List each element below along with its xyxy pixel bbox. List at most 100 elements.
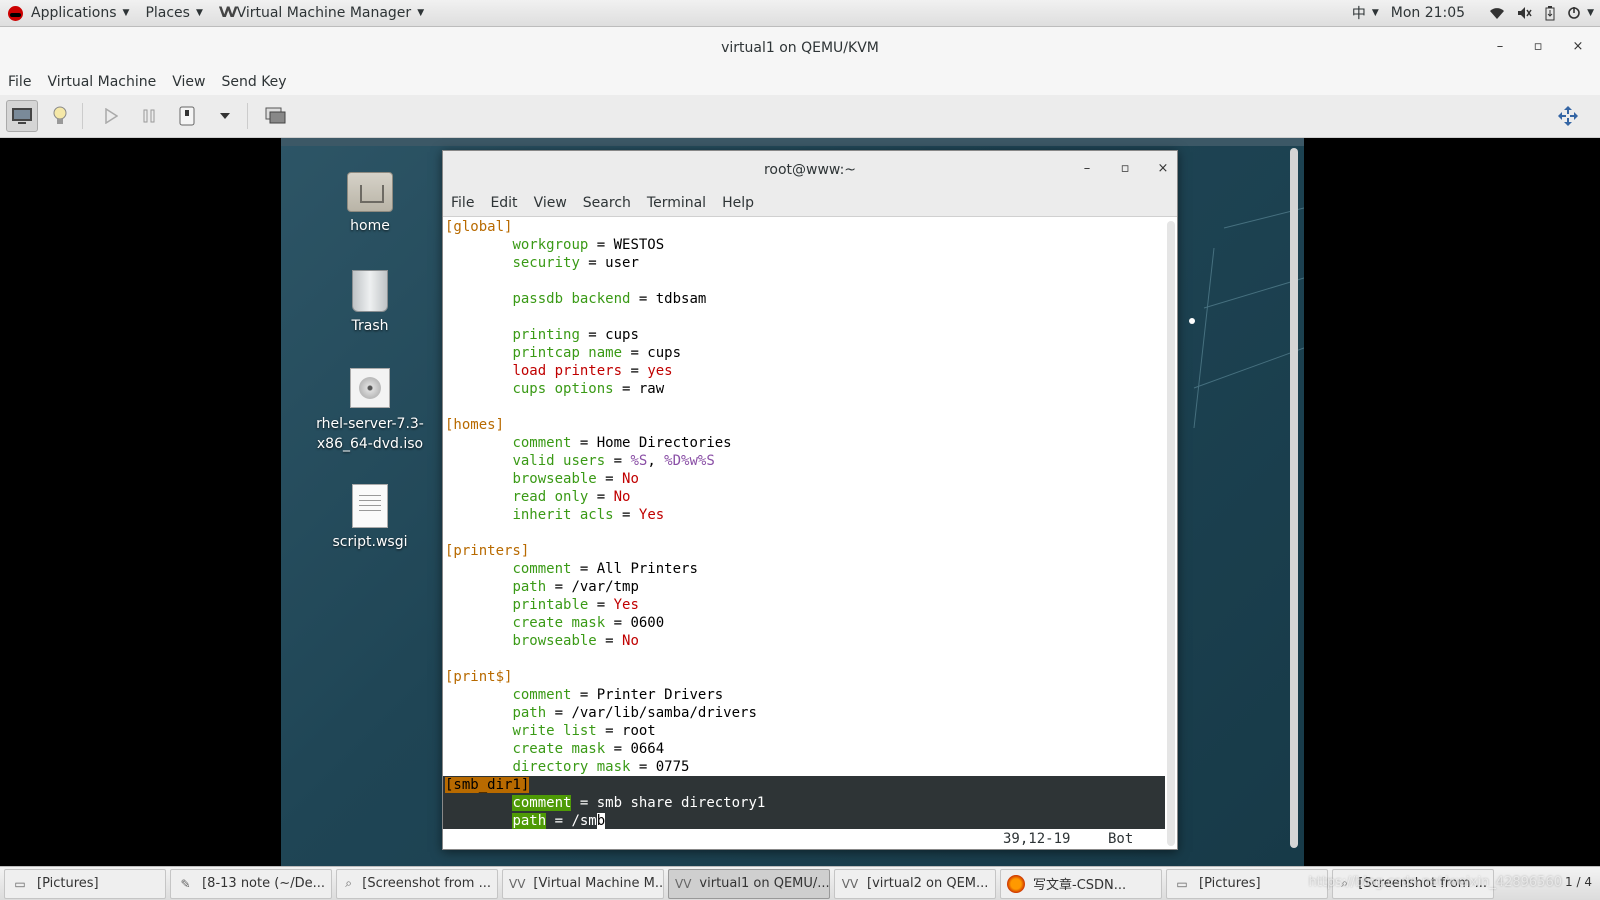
terminal-menu-file[interactable]: File (443, 195, 482, 211)
redhat-icon (8, 5, 23, 21)
config-key: path (512, 813, 547, 829)
task-csdn[interactable]: 写文章-CSDN... (1000, 868, 1162, 899)
config-line: path = /var/tmp (443, 578, 1165, 596)
show-details-button[interactable] (44, 100, 76, 132)
maximize-button[interactable]: ▫ (1530, 39, 1546, 54)
task-pictures-2[interactable]: ▭ [Pictures] (1166, 868, 1328, 899)
task-screenshot-1[interactable]: ⌕ [Screenshot from ... (336, 868, 498, 899)
section-header: [smb_dir1] (445, 777, 530, 793)
app-menu[interactable]: VV Virtual Machine Manager ▼ (211, 0, 432, 27)
play-icon (105, 108, 118, 124)
resize-to-vm-button[interactable] (1552, 100, 1584, 132)
shutdown-menu-button[interactable] (209, 100, 241, 132)
config-equals: = (588, 489, 614, 505)
config-key: printable (512, 597, 589, 613)
task-note[interactable]: ✎ [8-13 note (~/De... (170, 868, 332, 899)
config-line: read only = No (443, 488, 1165, 506)
section-header: [global] (445, 219, 513, 235)
desktop-icon-label: Trash (351, 318, 389, 334)
desktop-icon-iso[interactable]: rhel-server-7.3-x86_64-dvd.iso (300, 368, 440, 454)
config-line: directory mask = 0775 (443, 758, 1165, 776)
config-value: = Printer Drivers (571, 687, 724, 703)
task-virtual-machine-manager[interactable]: VV [Virtual Machine M... (502, 868, 664, 899)
terminal-menu-edit[interactable]: Edit (482, 195, 525, 211)
config-value: = root (596, 723, 656, 739)
task-virtual1[interactable]: VV virtual1 on QEMU/... (668, 868, 830, 899)
config-equals: = (596, 471, 623, 487)
close-button[interactable]: × (1570, 39, 1586, 54)
task-virtual2[interactable]: VV [virtual2 on QEM... (834, 868, 996, 899)
window-icon: ▭ (1176, 876, 1188, 891)
config-value: Yes (613, 597, 639, 613)
show-console-button[interactable] (6, 100, 38, 132)
terminal-scrollbar[interactable] (1167, 221, 1175, 846)
places-menu[interactable]: Places ▼ (137, 0, 210, 27)
config-key: read only (512, 489, 589, 505)
caret-down-icon: ▼ (1371, 8, 1379, 18)
terminal-close-button[interactable]: × (1155, 161, 1171, 176)
clock[interactable]: Mon 21:05 (1385, 0, 1471, 27)
desktop-icon-trash[interactable]: Trash (310, 270, 430, 334)
volume-icon[interactable] (1511, 0, 1539, 27)
terminal-text-area[interactable]: [global] workgroup = WESTOS security = u… (443, 218, 1165, 849)
menu-virtual-machine[interactable]: Virtual Machine (39, 74, 164, 90)
guest-top-panel (281, 138, 1304, 146)
config-key: browseable (512, 471, 597, 487)
config-line: browseable = No (443, 470, 1165, 488)
pause-button[interactable] (133, 100, 165, 132)
task-label: [Virtual Machine M... (533, 876, 664, 891)
config-line: browseable = No (443, 632, 1165, 650)
config-key: printcap name (512, 345, 623, 361)
fullscreen-toggle-button[interactable] (260, 100, 292, 132)
config-line: [smb_dir1] (443, 776, 1165, 794)
config-separator: , (647, 453, 665, 469)
menubar: File Virtual Machine View Send Key (0, 69, 1600, 95)
terminal-window[interactable]: root@www:~ – ▫ × File Edit View Search T… (442, 150, 1178, 850)
config-key: path (512, 579, 547, 595)
applications-label: Applications (31, 5, 117, 21)
config-key: workgroup (512, 237, 589, 253)
desktop-icon-script[interactable]: script.wsgi (310, 484, 430, 550)
guest-scrollbar[interactable] (1290, 148, 1298, 848)
run-button[interactable] (95, 100, 127, 132)
system-menu[interactable]: ▼ (1561, 0, 1600, 27)
wifi-icon[interactable] (1483, 0, 1511, 27)
config-value: = 0664 (605, 741, 665, 757)
disc-image-icon (350, 368, 390, 408)
shutdown-button[interactable] (171, 100, 203, 132)
config-line: create mask = 0600 (443, 614, 1165, 632)
config-value: = cups (579, 327, 639, 343)
menu-send-key[interactable]: Send Key (213, 74, 294, 90)
config-line: printcap name = cups (443, 344, 1165, 362)
screens-icon (265, 107, 286, 124)
battery-icon[interactable] (1539, 0, 1561, 27)
minimize-button[interactable]: – (1492, 39, 1508, 54)
desktop-icon-home[interactable]: home (310, 172, 430, 234)
config-line: printing = cups (443, 326, 1165, 344)
terminal-menu-terminal[interactable]: Terminal (639, 195, 714, 211)
terminal-menu-search[interactable]: Search (575, 195, 639, 211)
caret-down-icon: ▼ (122, 8, 130, 18)
window-icon: ▭ (14, 876, 26, 891)
applications-menu[interactable]: Applications ▼ (0, 0, 137, 27)
terminal-menu-view[interactable]: View (526, 195, 575, 211)
menu-view[interactable]: View (164, 74, 213, 90)
config-key: comment (512, 795, 572, 811)
config-equals: = (622, 363, 648, 379)
input-method-indicator[interactable]: 中 ▼ (1346, 0, 1385, 27)
config-key: browseable (512, 633, 597, 649)
terminal-minimize-button[interactable]: – (1079, 161, 1095, 176)
task-pictures-1[interactable]: ▭ [Pictures] (4, 868, 166, 899)
config-value: No (622, 633, 639, 649)
config-value: yes (647, 363, 673, 379)
desktop-icon-label: script.wsgi (332, 534, 408, 550)
terminal-maximize-button[interactable]: ▫ (1117, 161, 1133, 176)
menu-file[interactable]: File (0, 74, 39, 90)
terminal-menu-help[interactable]: Help (714, 195, 762, 211)
config-value: = raw (613, 381, 665, 397)
workspace-pager[interactable]: 1 / 4 (1565, 875, 1592, 889)
config-value: = smb share directory1 (571, 795, 766, 811)
